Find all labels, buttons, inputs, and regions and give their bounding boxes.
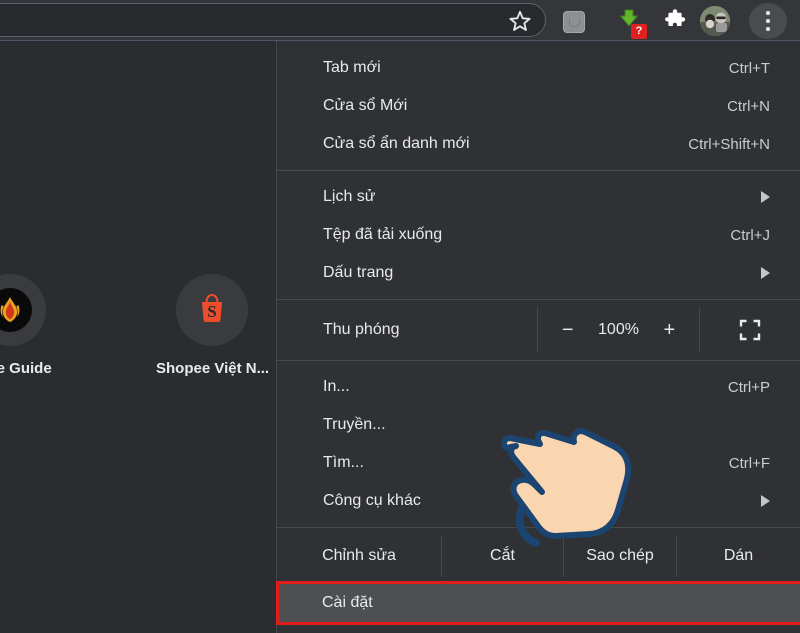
menu-item-history[interactable]: Lịch sử [277,178,800,216]
three-dots-icon [766,11,770,15]
menu-item-print[interactable]: In... Ctrl+P [277,368,800,406]
menu-item-bookmarks[interactable]: Dấu trang [277,254,800,292]
menu-separator [277,170,800,171]
menu-item-cast[interactable]: Truyền... [277,406,800,444]
download-manager-icon[interactable]: ? [612,5,647,39]
address-bar[interactable] [0,3,546,37]
menu-item-label: Tệp đã tải xuống [323,226,443,243]
shortcut-tile-ashe-guide[interactable]: Ashe Guide [0,274,66,377]
menu-item-shortcut: Ctrl+Shift+N [688,135,770,153]
shortcut-icon-circle [0,274,46,346]
browser-window: ? e Guide S Shopee Việt N... Tab mới Ctr… [0,0,800,633]
fullscreen-button[interactable] [700,307,800,353]
extension-gray-icon[interactable] [561,9,587,35]
menu-item-shortcut: Ctrl+F [728,454,770,472]
zoom-in-button[interactable]: + [664,320,676,340]
menu-item-label: Dấu trang [323,264,394,281]
menu-item-new-tab[interactable]: Tab mới Ctrl+T [277,49,800,87]
menu-item-label: Cài đặt [322,594,373,611]
svg-text:S: S [207,302,216,321]
edit-cut-button[interactable]: Cắt [441,535,563,577]
menu-item-label: Cửa sổ ẩn danh mới [323,135,470,152]
fullscreen-icon [739,319,761,341]
menu-item-label: Tìm... [323,454,364,471]
extensions-puzzle-icon[interactable] [661,8,689,36]
menu-item-help[interactable]: Trợ giúp [277,625,800,633]
zoom-level-value: 100% [598,321,639,338]
chrome-menu-button[interactable] [749,3,787,39]
chevron-right-icon [761,267,770,279]
browser-toolbar: ? [0,0,800,41]
shopee-bag-icon: S [193,289,231,332]
edit-paste-button[interactable]: Dán [676,535,800,577]
menu-separator [277,527,800,528]
edit-copy-button[interactable]: Sao chép [563,535,676,577]
menu-item-label: In... [323,378,350,395]
menu-item-new-window[interactable]: Cửa sổ Mới Ctrl+N [277,87,800,125]
edit-row-label: Chỉnh sửa [322,547,396,564]
menu-item-shortcut: Ctrl+J [730,226,770,244]
menu-separator [277,299,800,300]
chrome-main-menu: Tab mới Ctrl+T Cửa sổ Mới Ctrl+N Cửa sổ … [276,41,800,633]
zoom-label: Thu phóng [323,321,400,338]
shortcut-icon-circle: S [176,274,248,346]
menu-item-downloads[interactable]: Tệp đã tải xuống Ctrl+J [277,216,800,254]
menu-item-label: Tab mới [323,59,381,76]
menu-item-label: Cửa sổ Mới [323,97,408,114]
menu-item-label: Truyền... [323,416,386,433]
menu-item-new-incognito-window[interactable]: Cửa sổ ẩn danh mới Ctrl+Shift+N [277,125,800,163]
menu-item-shortcut: Ctrl+T [728,59,770,77]
download-badge: ? [631,24,647,39]
zoom-out-button[interactable]: − [562,320,574,340]
menu-item-label: Lịch sử [323,188,376,205]
profile-avatar[interactable] [700,6,730,36]
chevron-right-icon [761,495,770,507]
menu-item-shortcut: Ctrl+N [727,97,770,115]
bookmark-star-icon[interactable] [508,9,532,33]
menu-item-label: Công cụ khác [323,492,421,509]
menu-item-shortcut: Ctrl+P [727,378,770,396]
menu-item-settings[interactable]: Cài đặt [276,581,800,625]
menu-item-find[interactable]: Tìm... Ctrl+F [277,444,800,482]
zoom-controls: − 100% + [537,307,700,353]
menu-separator [277,360,800,361]
chevron-right-icon [761,191,770,203]
menu-zoom-row: Thu phóng − 100% + [277,307,800,353]
shortcut-label: Ashe Guide [0,360,52,377]
shortcut-label: Shopee Việt N... [156,360,268,377]
shortcut-tile-shopee[interactable]: S Shopee Việt N... [156,274,268,377]
menu-edit-row: Chỉnh sửa Cắt Sao chép Dán [277,535,800,577]
ashe-flame-icon [0,288,32,332]
menu-item-more-tools[interactable]: Công cụ khác [277,482,800,520]
